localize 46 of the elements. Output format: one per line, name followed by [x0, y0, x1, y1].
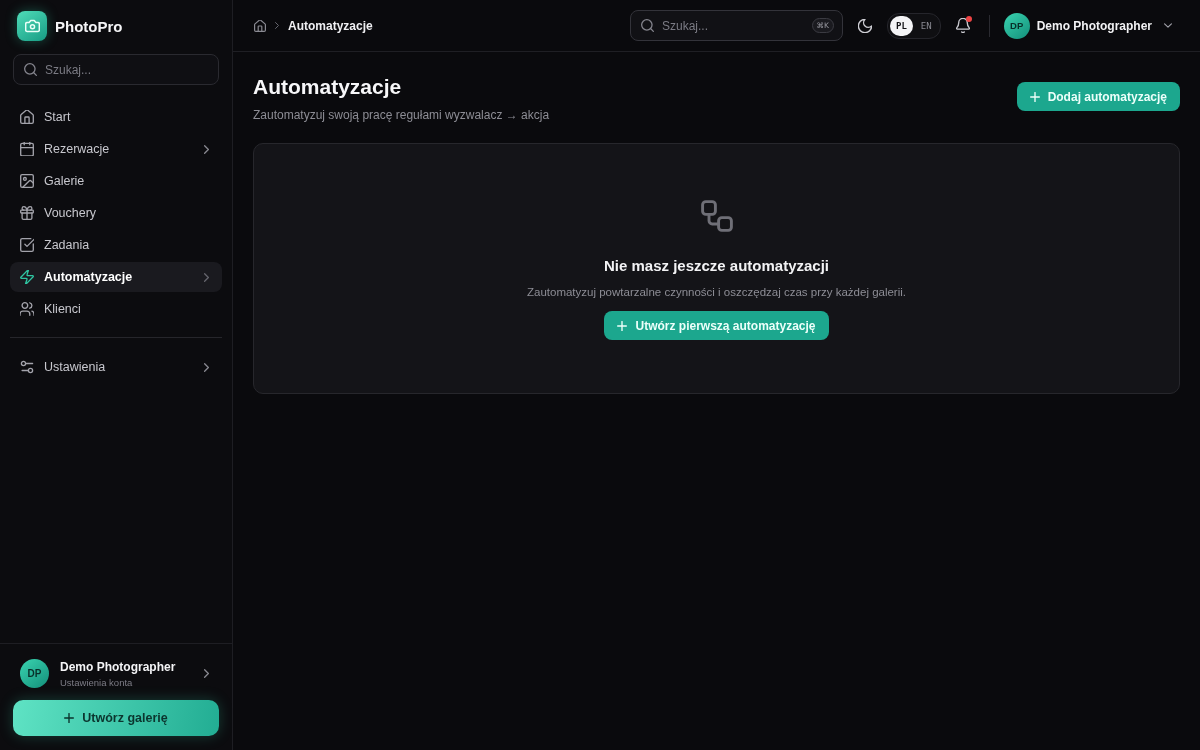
- lightning-icon: [20, 270, 34, 284]
- sliders-icon: [20, 360, 34, 374]
- moon-icon: [857, 18, 872, 33]
- home-icon: [20, 110, 34, 124]
- empty-state-text: Zautomatyzuj powtarzalne czynności i oszczędzaj czas przy każdej galerii.: [527, 286, 906, 298]
- bell-icon: [955, 18, 970, 33]
- checked-square-icon: [20, 238, 34, 252]
- sidebar-item[interactable]: Vouchery: [10, 198, 222, 228]
- language-option[interactable]: EN: [914, 15, 938, 36]
- workflow-icon: [700, 200, 733, 232]
- theme-toggle-button[interactable]: [857, 18, 872, 33]
- users-icon: [20, 302, 34, 316]
- page-subtitle: Zautomatyzuj swoją pracę regułami wyzwalacz → akcja: [253, 108, 550, 122]
- page-title: Automatyzacje: [253, 74, 403, 100]
- notifications-button[interactable]: [955, 18, 970, 33]
- language-option[interactable]: PL: [889, 15, 913, 36]
- sidebar-item[interactable]: Galerie: [10, 166, 222, 196]
- create-gallery-button[interactable]: Utwórz galerię: [13, 700, 219, 736]
- chevron-down-icon: [1164, 23, 1172, 28]
- account-settings-label: Ustawienia konta: [60, 676, 133, 688]
- search-field[interactable]: Szukaj...: [13, 54, 219, 85]
- sidebar-item[interactable]: Zadania: [10, 230, 222, 260]
- user-name: Demo Photographer: [60, 659, 176, 674]
- calendar-icon: [20, 142, 34, 156]
- user-menu-button[interactable]: Demo Photographer: [1036, 18, 1180, 33]
- sidebar-item[interactable]: Automatyzacje: [10, 262, 222, 292]
- image-icon: [20, 174, 34, 188]
- user-avatar: DP: [20, 659, 49, 688]
- plus-icon: [1029, 91, 1040, 102]
- plus-icon: [617, 320, 628, 331]
- sidebar-item[interactable]: Start: [10, 102, 222, 132]
- camera-logo-icon: [17, 11, 47, 41]
- sidebar-item[interactable]: Ustawienia: [10, 352, 222, 382]
- search-icon: [640, 19, 654, 32]
- sidebar-item[interactable]: Rezerwacje: [10, 134, 222, 164]
- brand-name: PhotoPro: [55, 17, 123, 35]
- chevron-right-icon[interactable]: [204, 669, 209, 678]
- plus-icon: [64, 713, 75, 723]
- user-avatar: DP: [1003, 12, 1030, 39]
- chevron-right-icon: [275, 22, 279, 29]
- breadcrumb-current: Automatyzacje: [288, 18, 373, 33]
- home-icon[interactable]: [254, 19, 266, 32]
- empty-state-title: Nie masz jeszcze automatyzacji: [603, 257, 830, 274]
- search-icon: [24, 63, 37, 76]
- gift-icon: [20, 206, 34, 220]
- sidebar-item[interactable]: Klienci: [10, 294, 222, 324]
